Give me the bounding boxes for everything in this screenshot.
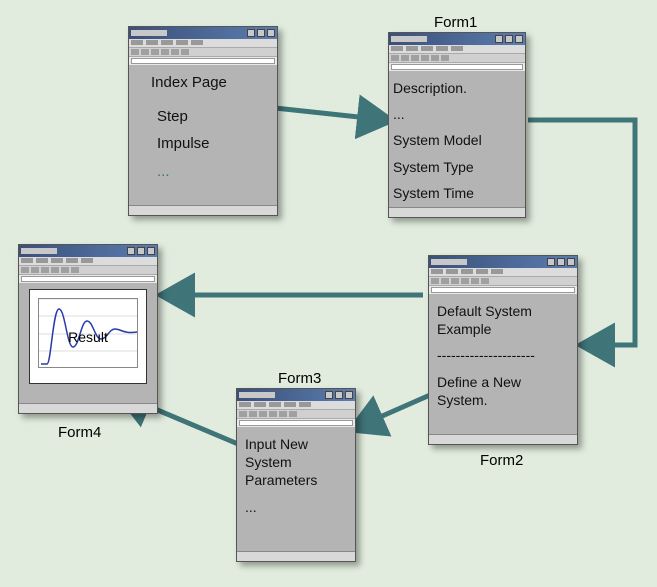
maximize-icon bbox=[557, 258, 565, 266]
form2-define-new: Define a New System. bbox=[437, 373, 569, 409]
form3-content: Input New System Parameters ... bbox=[241, 431, 351, 549]
window-toolbar bbox=[129, 47, 277, 56]
close-icon bbox=[267, 29, 275, 37]
form3-input-params: Input New System Parameters bbox=[245, 435, 347, 490]
window-toolbar bbox=[429, 276, 577, 285]
window-statusbar bbox=[237, 551, 355, 561]
window-addressbar bbox=[129, 56, 277, 65]
window-toolbar bbox=[19, 265, 157, 274]
window-statusbar bbox=[429, 434, 577, 444]
index-title: Index Page bbox=[151, 73, 273, 93]
label-form3: Form3 bbox=[278, 370, 321, 387]
close-icon bbox=[345, 391, 353, 399]
window-statusbar bbox=[129, 205, 277, 215]
minimize-icon bbox=[127, 247, 135, 255]
window-addressbar bbox=[429, 285, 577, 294]
form3-ellipsis: ... bbox=[245, 498, 347, 516]
form1-system-time: System Time bbox=[393, 184, 521, 202]
maximize-icon bbox=[257, 29, 265, 37]
window-statusbar bbox=[19, 403, 157, 413]
minimize-icon bbox=[247, 29, 255, 37]
window-toolbar bbox=[237, 409, 355, 418]
close-icon bbox=[567, 258, 575, 266]
result-label: Result bbox=[23, 329, 153, 345]
index-content: Index Page Step Impulse ... bbox=[133, 69, 273, 203]
form4-content: Result bbox=[23, 287, 153, 401]
window-form4: Result bbox=[18, 244, 158, 414]
index-ellipsis: ... bbox=[157, 162, 273, 182]
window-form1: Description. ... System Model System Typ… bbox=[388, 32, 526, 218]
form1-system-model: System Model bbox=[393, 131, 521, 149]
index-item-step: Step bbox=[157, 107, 273, 127]
form2-content: Default System Example -----------------… bbox=[433, 298, 573, 432]
window-menubar bbox=[129, 39, 277, 47]
close-icon bbox=[515, 35, 523, 43]
plot-title-bar bbox=[30, 291, 146, 297]
window-form3: Input New System Parameters ... bbox=[236, 388, 356, 562]
window-addressbar bbox=[237, 418, 355, 427]
maximize-icon bbox=[137, 247, 145, 255]
window-menubar bbox=[237, 401, 355, 409]
window-toolbar bbox=[389, 53, 525, 62]
form1-description: Description. bbox=[393, 79, 521, 97]
label-form1: Form1 bbox=[434, 14, 477, 31]
form1-ellipsis: ... bbox=[393, 105, 521, 123]
window-index-page: Index Page Step Impulse ... bbox=[128, 26, 278, 216]
label-form2: Form2 bbox=[480, 452, 523, 469]
label-form4: Form4 bbox=[58, 424, 101, 441]
form1-system-type: System Type bbox=[393, 158, 521, 176]
window-menubar bbox=[19, 257, 157, 265]
window-statusbar bbox=[389, 207, 525, 217]
window-menubar bbox=[429, 268, 577, 276]
minimize-icon bbox=[547, 258, 555, 266]
window-titlebar bbox=[237, 389, 355, 401]
index-item-impulse: Impulse bbox=[157, 134, 273, 154]
minimize-icon bbox=[495, 35, 503, 43]
close-icon bbox=[147, 247, 155, 255]
window-titlebar bbox=[429, 256, 577, 268]
maximize-icon bbox=[335, 391, 343, 399]
form2-divider: --------------------- bbox=[437, 346, 569, 364]
window-titlebar bbox=[129, 27, 277, 39]
window-menubar bbox=[389, 45, 525, 53]
window-addressbar bbox=[19, 274, 157, 283]
form2-default-example: Default System Example bbox=[437, 302, 569, 338]
window-addressbar bbox=[389, 62, 525, 71]
window-titlebar bbox=[389, 33, 525, 45]
form1-content: Description. ... System Model System Typ… bbox=[393, 75, 521, 205]
maximize-icon bbox=[505, 35, 513, 43]
window-titlebar bbox=[19, 245, 157, 257]
minimize-icon bbox=[325, 391, 333, 399]
window-form2: Default System Example -----------------… bbox=[428, 255, 578, 445]
plot-caption bbox=[33, 377, 34, 383]
